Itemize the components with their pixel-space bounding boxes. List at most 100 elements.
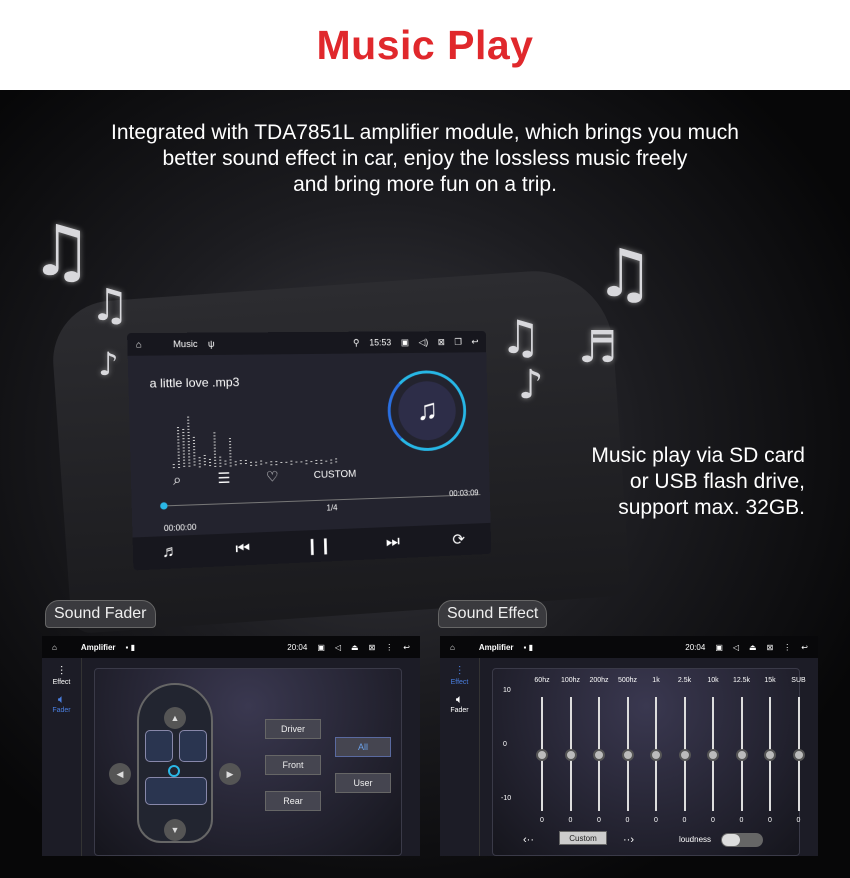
user-button[interactable]: User — [335, 773, 391, 793]
band-label: 2.5k — [677, 677, 692, 684]
music-player-screen: ⌂ Music ψ ⚲ 15:53 ▣ ◁) ⊠ ❐ ↩ a little love .mp3 … — [127, 330, 492, 571]
preset-button[interactable]: Custom — [559, 831, 607, 845]
spectrum-bar — [330, 459, 333, 464]
close-app-icon[interactable]: ⊠ — [369, 643, 376, 652]
slider-handle[interactable] — [792, 749, 805, 761]
spectrum-bar — [182, 428, 186, 468]
music-note-icon: ♫ — [90, 280, 130, 331]
pause-icon[interactable]: ❙❙ — [305, 535, 332, 556]
close-app-icon[interactable]: ⊠ — [438, 337, 445, 348]
close-app-icon[interactable]: ⊠ — [767, 643, 774, 652]
spectrum-bar — [228, 438, 232, 467]
side-menu: ⫶ Effect 🔈︎ Fader — [440, 658, 480, 856]
spectrum-bar — [213, 432, 217, 467]
left-arrow-button[interactable]: ◀ — [109, 763, 131, 785]
favorite-heart-icon[interactable]: ♡ — [266, 468, 279, 486]
fader-label: Fader — [450, 707, 469, 714]
slider-handle[interactable] — [564, 749, 577, 761]
sliders-icon: ⫶ — [59, 664, 63, 678]
balance-point[interactable] — [168, 765, 180, 777]
back-icon[interactable]: ↩ — [403, 643, 410, 652]
band-slider[interactable] — [678, 697, 691, 811]
repeat-icon[interactable]: ⟳ — [452, 530, 465, 550]
band-slider[interactable] — [650, 697, 662, 811]
menu-icon[interactable]: ⋮ — [783, 643, 791, 652]
band-slider[interactable] — [764, 697, 776, 811]
volume-icon[interactable]: ◁ — [335, 643, 341, 652]
equalizer-area: 10 0 -10 ‹·· Custom ··› loudness 60hz 0 10… — [492, 668, 806, 856]
progress-handle[interactable] — [160, 502, 168, 510]
screenshot-icon[interactable]: ▣ — [317, 643, 325, 652]
slider-handle[interactable] — [536, 749, 548, 761]
desc-line: better sound effect in car, enjoy the lo… — [162, 147, 688, 170]
volume-icon[interactable]: ◁ — [733, 643, 739, 652]
spectrum-bar — [224, 460, 227, 467]
side-menu: ⫶ Effect 🔈︎ Fader — [42, 658, 82, 856]
slider-handle[interactable] — [764, 749, 776, 761]
home-icon[interactable]: ⌂ — [136, 339, 142, 349]
slider-handle[interactable] — [735, 749, 748, 761]
elapsed-time: 00:00:00 — [163, 522, 197, 534]
back-icon[interactable]: ↩ — [801, 643, 808, 652]
band-slider[interactable] — [621, 697, 634, 811]
next-icon[interactable]: ⏭ — [386, 533, 400, 551]
slider-handle[interactable] — [678, 749, 691, 761]
equalizer-icon[interactable]: ☰ — [217, 470, 230, 488]
side-line: Music play via SD card — [591, 444, 805, 467]
recent-apps-icon[interactable]: ❐ — [454, 336, 462, 347]
fader-tab[interactable]: 🔈︎ Fader — [440, 692, 479, 714]
search-icon[interactable]: ⌕ — [173, 471, 182, 489]
home-icon[interactable]: ⌂ — [52, 643, 57, 652]
spectrum-bar — [249, 461, 253, 466]
slider-handle[interactable] — [650, 749, 662, 761]
page-title: Music Play — [316, 21, 534, 68]
volume-icon[interactable]: ◁) — [419, 337, 429, 348]
slider-handle[interactable] — [593, 749, 605, 761]
fader-tab[interactable]: 🔈︎ Fader — [42, 692, 81, 714]
right-arrow-button[interactable]: ▶ — [219, 763, 241, 785]
effect-tab[interactable]: ⫶ Effect — [42, 664, 81, 686]
spectrum-bar — [208, 458, 212, 468]
band-slider[interactable] — [564, 697, 577, 811]
eq-mode-label[interactable]: CUSTOM — [314, 469, 357, 481]
screenshot-icon[interactable]: ▣ — [401, 337, 409, 348]
prev-preset-icon[interactable]: ‹·· — [523, 834, 534, 846]
back-icon[interactable]: ↩ — [471, 336, 478, 347]
menu-icon[interactable]: ⋮ — [385, 643, 393, 652]
slider-handle[interactable] — [621, 749, 634, 761]
home-icon[interactable]: ⌂ — [450, 643, 455, 652]
loudness-toggle[interactable] — [721, 833, 763, 847]
slider-handle[interactable] — [707, 749, 719, 761]
band-slider[interactable] — [792, 697, 805, 811]
spectrum-bar — [176, 427, 181, 469]
sound-fader-label: Sound Fader — [45, 600, 156, 628]
eject-icon[interactable]: ⏏ — [749, 643, 757, 652]
spectrum-bar — [260, 460, 263, 466]
progress-slider[interactable] — [160, 494, 481, 510]
song-title: a little love .mp3 — [149, 375, 240, 391]
playlist-icon[interactable]: ♬ — [162, 543, 179, 562]
spectrum-bar — [265, 462, 268, 466]
rear-button[interactable]: Rear — [265, 791, 321, 811]
previous-icon[interactable]: ⏮ — [235, 540, 250, 559]
side-line: or USB flash drive, — [629, 470, 805, 493]
band-value: 0 — [625, 817, 630, 824]
screenshot-icon[interactable]: ▣ — [715, 643, 723, 652]
band-slider[interactable] — [707, 697, 719, 811]
eject-icon[interactable]: ⏏ — [351, 643, 359, 652]
sliders-icon: ⫶ — [457, 664, 461, 678]
music-note-icon: ♬ — [578, 322, 618, 373]
band-slider[interactable] — [593, 697, 605, 811]
band-slider[interactable] — [735, 697, 748, 811]
effect-tab[interactable]: ⫶ Effect — [440, 664, 479, 686]
next-preset-icon[interactable]: ··› — [623, 834, 634, 846]
sound-effect-label: Sound Effect — [438, 600, 548, 628]
spectrum-visualizer — [171, 402, 340, 469]
scale-zero: 0 — [503, 741, 507, 748]
all-button[interactable]: All — [335, 737, 391, 757]
down-arrow-button[interactable]: ▼ — [164, 819, 186, 841]
driver-button[interactable]: Driver — [265, 719, 321, 739]
band-slider[interactable] — [536, 697, 548, 811]
up-arrow-button[interactable]: ▲ — [164, 707, 186, 729]
front-button[interactable]: Front — [265, 755, 321, 775]
